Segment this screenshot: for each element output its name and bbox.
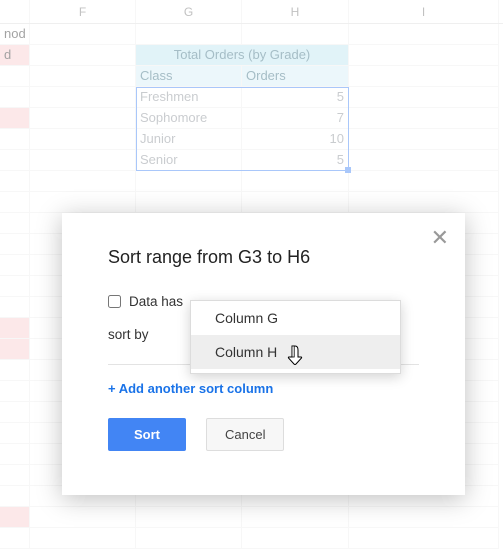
cell[interactable] xyxy=(0,87,30,108)
table-cell-class[interactable]: Senior xyxy=(136,150,242,171)
cell[interactable] xyxy=(0,381,30,402)
table-cell-class[interactable]: Sophomore xyxy=(136,108,242,129)
dialog-title: Sort range from G3 to H6 xyxy=(108,247,419,268)
cell[interactable] xyxy=(242,171,349,192)
table-header-orders[interactable]: Orders xyxy=(242,66,349,87)
cell[interactable] xyxy=(0,171,30,192)
dropdown-item-column-h[interactable]: Column H xyxy=(191,335,400,369)
cell[interactable] xyxy=(30,45,136,66)
table-cell-orders[interactable]: 7 xyxy=(242,108,349,129)
col-header-F[interactable]: F xyxy=(30,0,136,23)
cell[interactable] xyxy=(349,528,499,549)
table-cell-class[interactable]: Junior xyxy=(136,129,242,150)
cell[interactable] xyxy=(0,423,30,444)
cell[interactable] xyxy=(30,528,136,549)
cell[interactable] xyxy=(0,339,30,360)
cell[interactable] xyxy=(30,108,136,129)
column-headers-row: F G H I xyxy=(0,0,503,24)
cell[interactable] xyxy=(349,45,499,66)
cell[interactable] xyxy=(0,465,30,486)
sort-button[interactable]: Sort xyxy=(108,418,186,451)
cell[interactable] xyxy=(349,66,499,87)
cell[interactable] xyxy=(0,192,30,213)
cell[interactable] xyxy=(30,129,136,150)
cell[interactable] xyxy=(0,528,30,549)
cell[interactable] xyxy=(136,528,242,549)
cell[interactable] xyxy=(0,213,30,234)
table-cell-orders[interactable]: 10 xyxy=(242,129,349,150)
close-icon[interactable]: ✕ xyxy=(431,227,449,249)
cell[interactable] xyxy=(30,66,136,87)
cell[interactable] xyxy=(0,507,30,528)
cell[interactable] xyxy=(0,297,30,318)
merged-title-cell[interactable]: Total Orders (by Grade) xyxy=(136,45,349,66)
table-cell-class[interactable]: Freshmen xyxy=(136,87,242,108)
cell[interactable] xyxy=(0,444,30,465)
cell[interactable] xyxy=(136,171,242,192)
cell[interactable] xyxy=(0,255,30,276)
cell[interactable] xyxy=(30,192,136,213)
cell[interactable] xyxy=(349,150,499,171)
col-header-I[interactable]: I xyxy=(349,0,499,23)
cell[interactable]: nod xyxy=(0,24,30,45)
cell[interactable] xyxy=(0,108,30,129)
cell[interactable] xyxy=(349,129,499,150)
cell[interactable] xyxy=(242,192,349,213)
cell[interactable] xyxy=(349,507,499,528)
cell[interactable] xyxy=(349,108,499,129)
table-cell-orders[interactable]: 5 xyxy=(242,87,349,108)
cell[interactable] xyxy=(30,171,136,192)
sort-by-label: sort by xyxy=(108,327,149,342)
cell[interactable] xyxy=(136,507,242,528)
cell[interactable] xyxy=(349,192,499,213)
sort-column-dropdown[interactable]: Column G Column H xyxy=(190,300,401,374)
dropdown-item-column-g[interactable]: Column G xyxy=(191,301,400,335)
add-another-sort-column-link[interactable]: + Add another sort column xyxy=(108,381,273,396)
cancel-button[interactable]: Cancel xyxy=(206,418,284,451)
cell[interactable] xyxy=(136,24,242,45)
cell[interactable] xyxy=(30,507,136,528)
cell[interactable] xyxy=(242,24,349,45)
table-cell-orders[interactable]: 5 xyxy=(242,150,349,171)
cell[interactable]: d xyxy=(0,45,30,66)
cell[interactable] xyxy=(0,318,30,339)
cell[interactable] xyxy=(0,150,30,171)
cell[interactable] xyxy=(30,150,136,171)
data-has-header-label: Data has xyxy=(129,294,183,309)
cell[interactable] xyxy=(0,360,30,381)
cell[interactable] xyxy=(349,87,499,108)
cell[interactable] xyxy=(0,402,30,423)
cell[interactable] xyxy=(242,507,349,528)
col-header-H[interactable]: H xyxy=(242,0,349,23)
data-has-header-checkbox[interactable] xyxy=(108,295,121,308)
cell[interactable] xyxy=(242,528,349,549)
col-header-G[interactable]: G xyxy=(136,0,242,23)
table-header-class[interactable]: Class xyxy=(136,66,242,87)
cell[interactable] xyxy=(0,66,30,87)
cell[interactable] xyxy=(0,129,30,150)
cell[interactable] xyxy=(0,486,30,507)
cell[interactable] xyxy=(349,24,499,45)
cell[interactable] xyxy=(30,24,136,45)
cell[interactable] xyxy=(0,234,30,255)
col-header-edge xyxy=(0,0,30,23)
cell[interactable] xyxy=(30,87,136,108)
cell[interactable] xyxy=(349,171,499,192)
cell[interactable] xyxy=(136,192,242,213)
cell[interactable] xyxy=(0,276,30,297)
